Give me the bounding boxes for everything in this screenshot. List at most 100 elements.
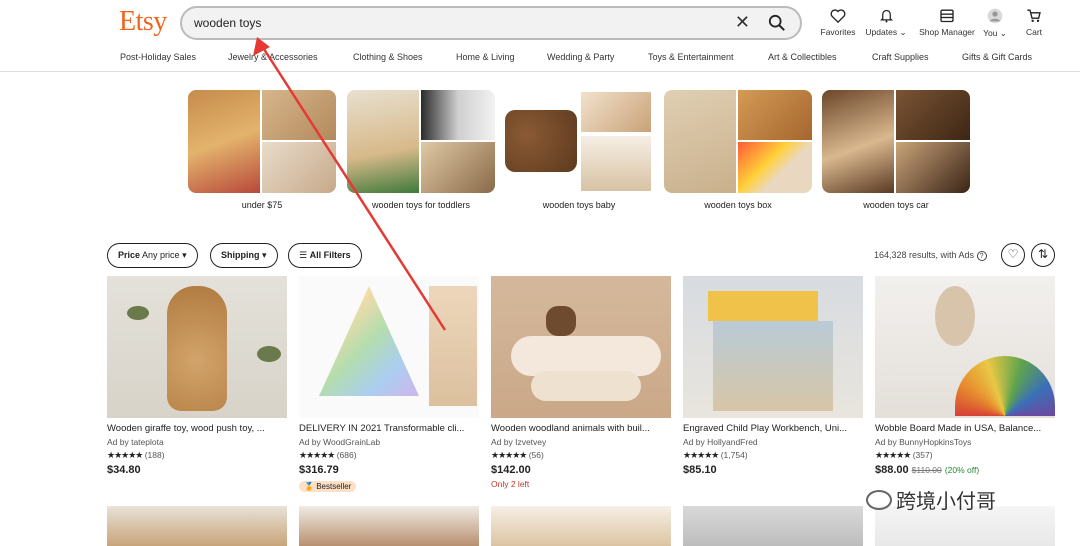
cat-home[interactable]: Home & Living	[456, 52, 515, 62]
product-card[interactable]: Wooden giraffe toy, wood push toy, ... A…	[107, 276, 287, 476]
category-nav: Post-Holiday Sales Jewelry & Accessories…	[0, 50, 1080, 72]
suggestion-label: wooden toys for toddlers	[371, 200, 471, 210]
updates-button[interactable]: Updates ⌄	[856, 8, 916, 38]
suggestion-toddlers[interactable]: wooden toys for toddlers	[347, 90, 495, 210]
etsy-logo[interactable]: Etsy	[119, 6, 167, 38]
stars-icon: ★★★★★	[683, 450, 719, 460]
suggestion-label: under $75	[241, 200, 283, 210]
product-shop[interactable]: Ad by WoodGrainLab	[299, 437, 479, 447]
stars-icon: ★★★★★	[875, 450, 911, 460]
original-price: $110.00	[911, 465, 942, 475]
suggestion-image	[188, 90, 336, 193]
cat-toys[interactable]: Toys & Entertainment	[648, 52, 734, 62]
heart-icon: ♡	[1007, 247, 1019, 261]
product-image[interactable]	[107, 276, 287, 418]
suggestion-under-75[interactable]: under $75	[188, 90, 336, 210]
sort-icon: ⇅	[1037, 247, 1049, 261]
watermark-text: 跨境小付哥	[896, 489, 996, 513]
stars-icon: ★★★★★	[491, 450, 527, 460]
review-count: (686)	[336, 450, 357, 460]
filter-sliders-icon: ☰	[299, 250, 308, 260]
product-card[interactable]: Engraved Child Play Workbench, Uni... Ad…	[683, 276, 863, 476]
search-bar[interactable]: wooden toys ✕	[180, 6, 802, 40]
product-image[interactable]	[491, 276, 671, 418]
product-rating: ★★★★★ (357)	[875, 450, 1055, 461]
product-price: $88.00 $110.00 (20% off)	[875, 464, 1055, 476]
cat-art[interactable]: Art & Collectibles	[768, 52, 837, 62]
product-title[interactable]: Wooden woodland animals with buil...	[491, 423, 671, 434]
cat-post-holiday[interactable]: Post-Holiday Sales	[120, 52, 196, 62]
cat-clothing[interactable]: Clothing & Shoes	[353, 52, 423, 62]
review-count: (188)	[144, 450, 165, 460]
product-shop[interactable]: Ad by tateplota	[107, 437, 287, 447]
badge-label: Bestseller	[316, 482, 352, 491]
shipping-filter-label: Shipping	[221, 250, 260, 260]
product-shop[interactable]: Ad by BunnyHopkinsToys	[875, 437, 1055, 447]
suggestion-image	[347, 90, 495, 193]
suggestion-image	[664, 90, 812, 193]
wechat-icon	[866, 489, 892, 510]
help-icon[interactable]: ?	[976, 251, 987, 261]
product-image[interactable]	[107, 506, 287, 546]
product-price: $316.79	[299, 464, 339, 476]
product-shop[interactable]: Ad by HollyandFred	[683, 437, 863, 447]
shipping-filter-button[interactable]: Shipping ▾	[210, 243, 278, 268]
search-input[interactable]: wooden toys	[194, 16, 261, 30]
product-card[interactable]: Wobble Board Made in USA, Balance... Ad …	[875, 276, 1055, 476]
updates-label: Updates	[865, 27, 898, 37]
all-filters-button[interactable]: ☰ All Filters	[288, 243, 362, 268]
product-shop[interactable]: Ad by Izvetvey	[491, 437, 671, 447]
watermark: 跨境小付哥	[866, 485, 996, 514]
product-card[interactable]: DELIVERY IN 2021 Transformable cli... Ad…	[299, 276, 479, 494]
stock-note: Only 2 left	[491, 479, 530, 489]
results-count: 164,328 results, with Ads ?	[874, 250, 987, 261]
product-price: $34.80	[107, 464, 141, 476]
sort-button[interactable]: ⇅	[1031, 243, 1055, 267]
medal-icon: 🏅	[304, 482, 314, 491]
suggestion-label: wooden toys car	[863, 200, 929, 210]
sale-price: $88.00	[875, 464, 909, 476]
cat-gifts[interactable]: Gifts & Gift Cards	[962, 52, 1032, 62]
stars-icon: ★★★★★	[107, 450, 143, 460]
cat-wedding[interactable]: Wedding & Party	[547, 52, 614, 62]
product-image[interactable]	[491, 506, 671, 546]
product-rating: ★★★★★ (56)	[491, 450, 671, 461]
all-filters-label: All Filters	[309, 250, 351, 260]
product-image[interactable]	[683, 276, 863, 418]
product-card[interactable]: Wooden woodland animals with buil... Ad …	[491, 276, 671, 489]
favorites-label: Favorites	[820, 27, 856, 37]
suggestion-label: wooden toys box	[704, 200, 772, 210]
product-image[interactable]	[875, 276, 1055, 418]
stars-icon: ★★★★★	[299, 450, 335, 460]
suggestion-box[interactable]: wooden toys box	[664, 90, 812, 210]
save-search-button[interactable]: ♡	[1001, 243, 1025, 267]
price-filter-button[interactable]: Price Any price ▾	[107, 243, 198, 268]
product-price: $142.00	[491, 464, 531, 476]
review-count: (1,754)	[720, 450, 748, 460]
product-image[interactable]	[683, 506, 863, 546]
product-title[interactable]: Wobble Board Made in USA, Balance...	[875, 423, 1055, 434]
product-image[interactable]	[299, 276, 479, 418]
product-title[interactable]: DELIVERY IN 2021 Transformable cli...	[299, 423, 479, 434]
suggestion-baby[interactable]: wooden toys baby	[505, 90, 653, 210]
suggestion-car[interactable]: wooden toys car	[822, 90, 970, 210]
product-rating: ★★★★★ (686)	[299, 450, 479, 461]
product-title[interactable]: Engraved Child Play Workbench, Uni...	[683, 423, 863, 434]
clear-search-icon[interactable]: ✕	[735, 12, 750, 33]
suggestion-image	[505, 90, 653, 193]
cat-jewelry[interactable]: Jewelry & Accessories	[228, 52, 318, 62]
bell-icon	[879, 9, 893, 23]
product-rating: ★★★★★ (1,754)	[683, 450, 863, 461]
cart-button[interactable]: Cart	[1004, 8, 1064, 37]
price-filter-label: Price	[118, 250, 141, 260]
review-count: (56)	[528, 450, 544, 460]
product-price: $85.10	[683, 464, 717, 476]
discount-label: (20% off)	[944, 465, 980, 475]
suggestion-label: wooden toys baby	[542, 200, 616, 210]
product-title[interactable]: Wooden giraffe toy, wood push toy, ...	[107, 423, 287, 434]
avatar-icon	[987, 8, 1003, 24]
product-image[interactable]	[299, 506, 479, 546]
suggestion-image	[822, 90, 970, 193]
cat-craft[interactable]: Craft Supplies	[872, 52, 929, 62]
search-icon[interactable]	[768, 14, 786, 32]
